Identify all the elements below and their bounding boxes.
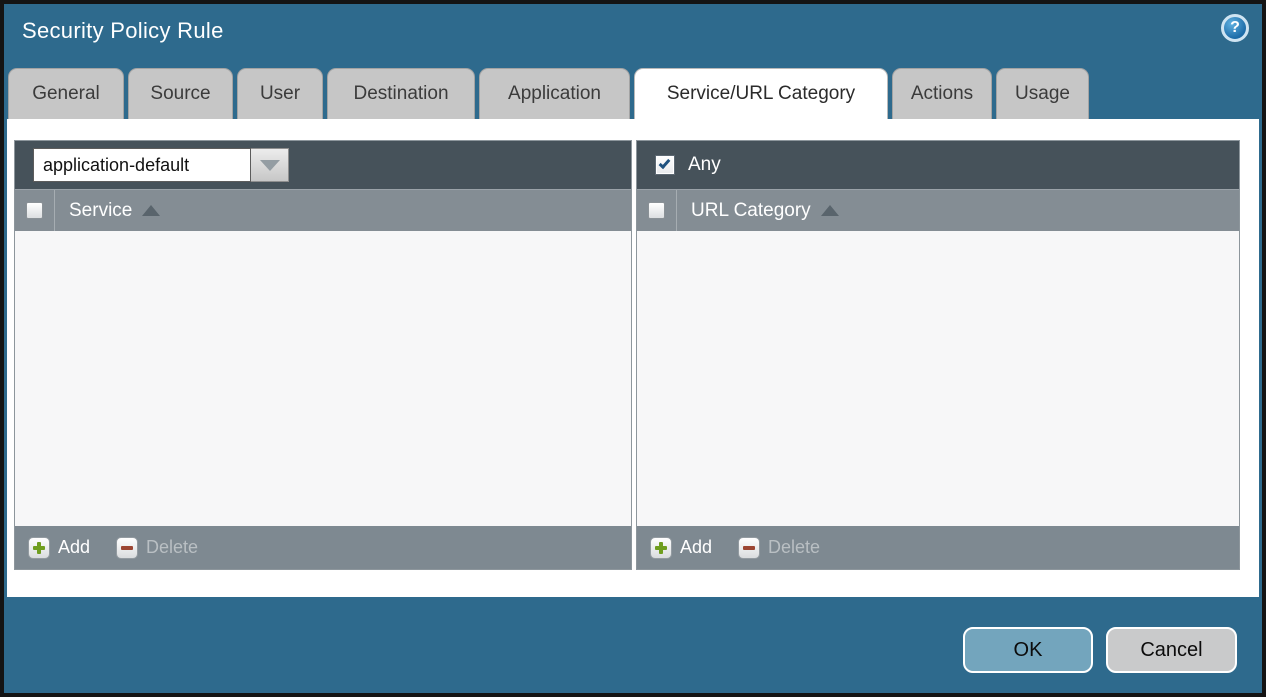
security-policy-rule-dialog: { "dialog": { "title": "Security Policy … [0,0,1266,697]
delete-button-label: Delete [146,537,198,558]
minus-icon [738,537,760,559]
minus-icon [116,537,138,559]
url-category-delete-button[interactable]: Delete [738,537,820,559]
url-category-table-header: URL Category [637,189,1239,231]
any-label: Any [688,154,721,176]
url-category-table-body [637,231,1239,526]
service-type-dropdown-button[interactable] [251,148,289,182]
page-title: Security Policy Rule [22,18,224,44]
service-select-all-cell [15,190,55,231]
service-select-all-checkbox[interactable] [26,202,43,219]
any-checkbox-row: Any [655,154,721,176]
service-dropdown-bar: application-default [15,141,631,189]
tab-application[interactable]: Application [479,68,630,119]
sort-ascending-icon [142,205,160,216]
service-column-header[interactable]: Service [55,190,160,231]
service-column-label: Service [69,200,132,222]
add-button-label: Add [58,537,90,558]
service-panel: application-default Service Add Delete [14,140,632,570]
tab-destination[interactable]: Destination [327,68,475,119]
ok-button[interactable]: OK [963,627,1093,673]
plus-icon [650,537,672,559]
service-panel-footer: Add Delete [15,526,631,569]
url-category-select-all-cell [637,190,677,231]
url-category-column-header[interactable]: URL Category [677,190,839,231]
help-icon[interactable]: ? [1221,14,1249,42]
plus-icon [28,537,50,559]
service-type-dropdown: application-default [33,148,289,182]
tab-actions[interactable]: Actions [892,68,992,119]
url-category-add-button[interactable]: Add [650,537,712,559]
cancel-button[interactable]: Cancel [1106,627,1237,673]
tab-usage[interactable]: Usage [996,68,1089,119]
sort-ascending-icon [821,205,839,216]
service-delete-button[interactable]: Delete [116,537,198,559]
service-type-dropdown-value[interactable]: application-default [33,148,251,182]
chevron-down-icon [260,160,280,171]
tab-strip: General Source User Destination Applicat… [8,68,1089,119]
any-checkbox-checked[interactable] [655,155,675,175]
checkmark-icon [659,157,671,169]
url-category-panel: Any URL Category Add Delete [636,140,1240,570]
delete-button-label: Delete [768,537,820,558]
tab-service-url-category[interactable]: Service/URL Category [634,68,888,119]
service-add-button[interactable]: Add [28,537,90,559]
tab-general[interactable]: General [8,68,124,119]
url-category-any-bar: Any [637,141,1239,189]
add-button-label: Add [680,537,712,558]
url-category-select-all-checkbox[interactable] [648,202,665,219]
tab-user[interactable]: User [237,68,323,119]
url-category-panel-footer: Add Delete [637,526,1239,569]
service-table-body [15,231,631,526]
service-table-header: Service [15,189,631,231]
tab-source[interactable]: Source [128,68,233,119]
url-category-column-label: URL Category [691,200,811,222]
